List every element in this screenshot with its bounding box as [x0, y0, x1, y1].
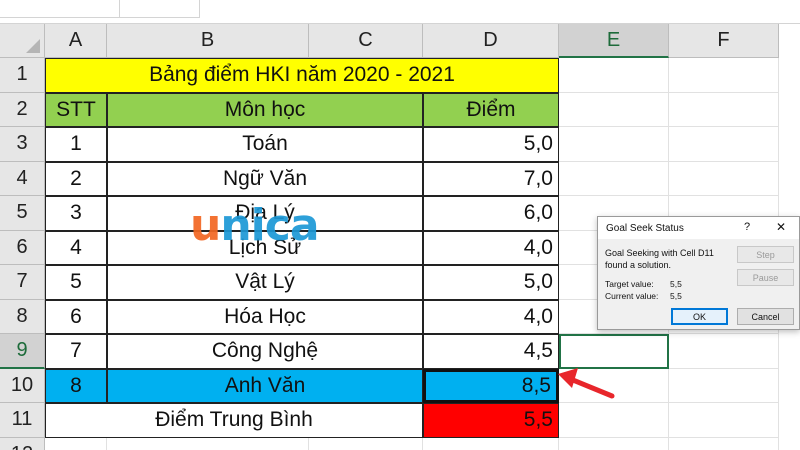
- stt-cell[interactable]: 7: [45, 334, 107, 369]
- row-header-5[interactable]: 5: [0, 196, 45, 231]
- grid-cell[interactable]: [559, 92, 669, 127]
- target-value: 5,5: [670, 279, 682, 289]
- score-cell[interactable]: 4,0: [423, 230, 559, 265]
- grid-cell[interactable]: [669, 403, 779, 438]
- subject-cell[interactable]: Hóa Học: [107, 299, 423, 334]
- score-cell[interactable]: 6,0: [423, 196, 559, 231]
- current-value: 5,5: [670, 291, 682, 301]
- subject-cell[interactable]: Vật Lý: [107, 265, 423, 300]
- grid-cell[interactable]: [559, 127, 669, 162]
- step-button[interactable]: Step: [737, 246, 794, 263]
- select-all-icon[interactable]: [0, 24, 45, 58]
- cancel-button[interactable]: Cancel: [737, 308, 794, 325]
- grid-cell[interactable]: [669, 368, 779, 403]
- grid-cell[interactable]: [669, 437, 779, 450]
- formula-bar-controls[interactable]: [120, 0, 200, 18]
- grid-cell[interactable]: [669, 334, 779, 369]
- dialog-title-bar: Goal Seek Status: [598, 217, 799, 239]
- subject-cell[interactable]: Ngữ Văn: [107, 161, 423, 196]
- current-value-label: Current value:: [605, 291, 659, 301]
- select-all-triangle-icon: [26, 39, 40, 53]
- row-header-10[interactable]: 10: [0, 368, 45, 403]
- column-header-f[interactable]: F: [669, 24, 779, 58]
- stt-cell[interactable]: 6: [45, 299, 107, 334]
- sheet-title-cell[interactable]: Bảng điểm HKI năm 2020 - 2021: [45, 58, 559, 93]
- dialog-title: Goal Seek Status: [606, 222, 684, 234]
- average-value-cell-d11[interactable]: 5,5: [423, 403, 559, 438]
- column-header-a[interactable]: A: [45, 24, 107, 58]
- row-header-4[interactable]: 4: [0, 161, 45, 196]
- unica-watermark-logo: unica: [190, 200, 320, 251]
- column-header-e[interactable]: E: [559, 24, 669, 58]
- column-header-c[interactable]: C: [309, 24, 423, 58]
- target-value-label: Target value:: [605, 279, 654, 289]
- score-cell[interactable]: 5,0: [423, 265, 559, 300]
- average-label-cell[interactable]: Điểm Trung Bình: [45, 403, 423, 438]
- grid-cell[interactable]: [559, 403, 669, 438]
- row-header-6[interactable]: 6: [0, 230, 45, 265]
- score-cell[interactable]: 4,5: [423, 334, 559, 369]
- stt-cell[interactable]: 5: [45, 265, 107, 300]
- close-icon[interactable]: ✕: [776, 220, 786, 234]
- row-header-11[interactable]: 11: [0, 403, 45, 438]
- target-value-row: Target value: 5,5: [605, 279, 682, 289]
- row-header-12[interactable]: 12: [0, 437, 45, 450]
- grid-cell[interactable]: [559, 437, 669, 450]
- grid-cell[interactable]: [669, 127, 779, 162]
- grid-cell[interactable]: [669, 161, 779, 196]
- stt-cell[interactable]: 8: [45, 368, 107, 403]
- row-header-1[interactable]: 1: [0, 58, 45, 93]
- column-header-b[interactable]: B: [107, 24, 309, 58]
- red-arrow-icon: [558, 368, 615, 399]
- grid-cell[interactable]: [309, 437, 423, 450]
- stt-cell[interactable]: 2: [45, 161, 107, 196]
- header-score-cell[interactable]: Điểm: [423, 92, 559, 127]
- column-header-d[interactable]: D: [423, 24, 559, 58]
- row-header-9[interactable]: 9: [0, 334, 45, 369]
- changing-cell-d10[interactable]: 8,5: [423, 368, 559, 403]
- score-cell[interactable]: 5,0: [423, 127, 559, 162]
- header-stt-cell[interactable]: STT: [45, 92, 107, 127]
- subject-cell[interactable]: Toán: [107, 127, 423, 162]
- formula-bar-strip: [0, 0, 800, 24]
- dialog-message: Goal Seeking with Cell D11 found a solut…: [605, 248, 714, 270]
- header-subject-cell[interactable]: Môn học: [107, 92, 423, 127]
- grid-cell[interactable]: [669, 92, 779, 127]
- name-box[interactable]: [0, 0, 120, 18]
- grid-cell[interactable]: [669, 58, 779, 93]
- row-header-3[interactable]: 3: [0, 127, 45, 162]
- goal-seek-status-dialog: Goal Seek Status ? ✕ Goal Seeking with C…: [597, 216, 800, 330]
- score-cell[interactable]: 4,0: [423, 299, 559, 334]
- help-icon[interactable]: ?: [744, 221, 750, 233]
- row-header-2[interactable]: 2: [0, 92, 45, 127]
- row-header-7[interactable]: 7: [0, 265, 45, 300]
- grid-cell[interactable]: [45, 437, 107, 450]
- score-cell[interactable]: 7,0: [423, 161, 559, 196]
- subject-cell[interactable]: Công Nghệ: [107, 334, 423, 369]
- stt-cell[interactable]: 3: [45, 196, 107, 231]
- grid-cell[interactable]: [423, 437, 559, 450]
- current-value-row: Current value: 5,5: [605, 291, 682, 301]
- pause-button[interactable]: Pause: [737, 269, 794, 286]
- grid-cell[interactable]: [559, 161, 669, 196]
- grid-cell[interactable]: [107, 437, 309, 450]
- row-header-8[interactable]: 8: [0, 299, 45, 334]
- ok-button[interactable]: OK: [671, 308, 728, 325]
- stt-cell[interactable]: 1: [45, 127, 107, 162]
- stt-cell[interactable]: 4: [45, 230, 107, 265]
- grid-cell[interactable]: [559, 58, 669, 93]
- subject-cell[interactable]: Anh Văn: [107, 368, 423, 403]
